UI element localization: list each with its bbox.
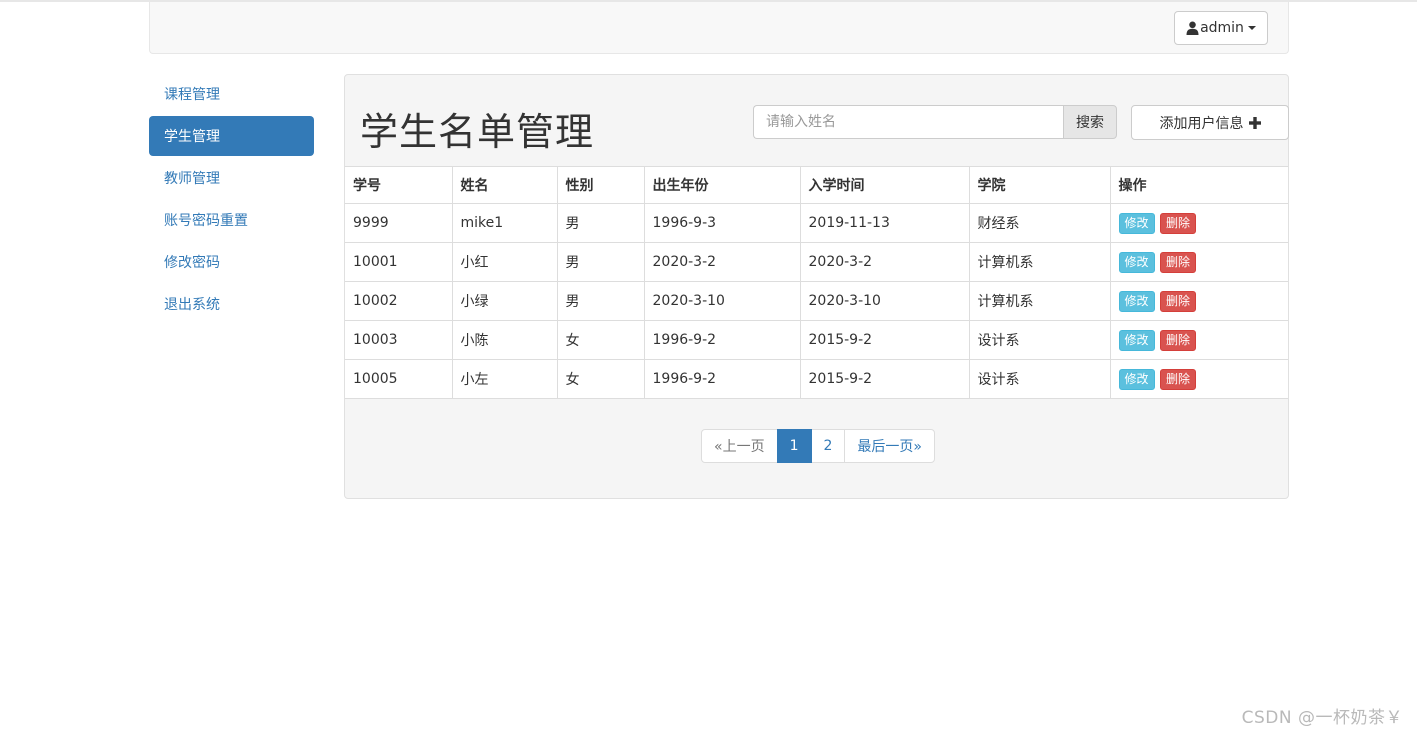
user-menu-button[interactable]: admin — [1174, 11, 1268, 45]
delete-button[interactable]: 删除 — [1159, 251, 1196, 273]
table-cell: 男 — [556, 203, 645, 243]
table-row: 10001 小红 男 2020-3-2 2020-3-2 计算机系 修改 删除 — [345, 242, 1288, 282]
column-header: 操作 — [1109, 166, 1288, 204]
table-cell: 2020-3-2 — [799, 242, 970, 282]
caret-down-icon — [1247, 26, 1256, 30]
table-cell: 2015-9-2 — [799, 320, 970, 360]
table-cell: 小红 — [451, 242, 558, 282]
user-icon — [1186, 21, 1199, 35]
table-cell: 小陈 — [451, 320, 558, 360]
table-cell: 小绿 — [451, 281, 558, 321]
column-header: 学号 — [345, 166, 453, 204]
edit-button[interactable]: 修改 — [1118, 329, 1155, 351]
table-cell: 设计系 — [968, 320, 1111, 360]
delete-button[interactable]: 删除 — [1159, 290, 1196, 312]
add-user-label: 添加用户信息 — [1159, 115, 1244, 132]
delete-button[interactable]: 删除 — [1159, 329, 1196, 351]
sidebar-item-label: 学生管理 — [164, 129, 220, 145]
sidebar-item-label: 退出系统 — [164, 297, 220, 313]
edit-button[interactable]: 修改 — [1118, 290, 1155, 312]
sidebar-item-label: 课程管理 — [164, 87, 220, 103]
add-user-button[interactable]: 添加用户信息 — [1131, 105, 1289, 140]
user-menu-label: admin — [1200, 20, 1244, 36]
watermark: CSDN @一杯奶茶￥ — [1241, 708, 1403, 728]
table-cell: 设计系 — [968, 359, 1111, 399]
last-page-link[interactable]: 最后一页» — [844, 429, 935, 463]
page-link-2[interactable]: 2 — [810, 429, 846, 463]
column-header: 入学时间 — [799, 166, 970, 204]
sidebar-item-label: 修改密码 — [164, 255, 220, 271]
table-cell: 2020-3-2 — [643, 242, 801, 282]
table-cell: 女 — [556, 359, 645, 399]
sidebar: 课程管理 学生管理 教师管理 账号密码重置 修改密码 退出系统 — [149, 74, 314, 326]
table-cell: 2020-3-10 — [799, 281, 970, 321]
table-cell: 小左 — [451, 359, 558, 399]
sidebar-item-teachers[interactable]: 教师管理 — [149, 158, 314, 198]
column-header: 学院 — [968, 166, 1111, 204]
table-cell: 10001 — [345, 242, 453, 282]
actions-cell: 修改 删除 — [1109, 359, 1288, 399]
sidebar-item-courses[interactable]: 课程管理 — [149, 74, 314, 114]
table-header-row: 学号 姓名 性别 出生年份 入学时间 学院 操作 — [345, 166, 1288, 204]
search-group: 搜索 — [753, 105, 1117, 139]
edit-button[interactable]: 修改 — [1118, 212, 1155, 234]
table-cell: 计算机系 — [968, 281, 1111, 321]
table-cell: 1996-9-2 — [643, 320, 801, 360]
table-cell: 男 — [556, 281, 645, 321]
top-navbar: admin — [149, 2, 1289, 54]
search-input[interactable] — [753, 105, 1063, 139]
sidebar-item-logout[interactable]: 退出系统 — [149, 284, 314, 324]
actions-cell: 修改 删除 — [1109, 281, 1288, 321]
table-cell: mike1 — [451, 203, 558, 243]
actions-cell: 修改 删除 — [1109, 320, 1288, 360]
student-list-panel: 学生名单管理 搜索 添加用户信息 学号 姓名 性别 出生年份 入学时间 学院 操… — [344, 74, 1289, 499]
table-row: 9999 mike1 男 1996-9-3 2019-11-13 财经系 修改 … — [345, 203, 1288, 243]
delete-button[interactable]: 删除 — [1159, 368, 1196, 390]
actions-cell: 修改 删除 — [1109, 242, 1288, 282]
table-cell: 10002 — [345, 281, 453, 321]
table-cell: 2015-9-2 — [799, 359, 970, 399]
table-cell: 10005 — [345, 359, 453, 399]
column-header: 性别 — [556, 166, 645, 204]
table-cell: 2019-11-13 — [799, 203, 970, 243]
table-cell: 2020-3-10 — [643, 281, 801, 321]
plus-icon — [1248, 116, 1261, 129]
table-cell: 1996-9-2 — [643, 359, 801, 399]
table-row: 10002 小绿 男 2020-3-10 2020-3-10 计算机系 修改 删… — [345, 281, 1288, 321]
page-title: 学生名单管理 — [360, 110, 595, 154]
sidebar-item-change-password[interactable]: 修改密码 — [149, 242, 314, 282]
table-cell: 9999 — [345, 203, 453, 243]
table-cell: 男 — [556, 242, 645, 282]
edit-button[interactable]: 修改 — [1118, 251, 1155, 273]
search-button[interactable]: 搜索 — [1063, 105, 1117, 139]
table-cell: 财经系 — [968, 203, 1111, 243]
student-table: 学号 姓名 性别 出生年份 入学时间 学院 操作 9999 mike1 男 19… — [345, 166, 1288, 399]
prev-page-link[interactable]: «上一页 — [701, 429, 778, 463]
edit-button[interactable]: 修改 — [1118, 368, 1155, 390]
table-row: 10005 小左 女 1996-9-2 2015-9-2 设计系 修改 删除 — [345, 359, 1288, 399]
sidebar-item-label: 教师管理 — [164, 171, 220, 187]
delete-button[interactable]: 删除 — [1159, 212, 1196, 234]
table-cell: 女 — [556, 320, 645, 360]
pagination: «上一页 1 2 最后一页» — [701, 429, 935, 463]
table-row: 10003 小陈 女 1996-9-2 2015-9-2 设计系 修改 删除 — [345, 320, 1288, 360]
page-link-1[interactable]: 1 — [776, 429, 812, 463]
table-cell: 10003 — [345, 320, 453, 360]
table-cell: 1996-9-3 — [643, 203, 801, 243]
actions-cell: 修改 删除 — [1109, 203, 1288, 243]
sidebar-item-students[interactable]: 学生管理 — [149, 116, 314, 156]
sidebar-item-password-reset[interactable]: 账号密码重置 — [149, 200, 314, 240]
sidebar-item-label: 账号密码重置 — [164, 213, 248, 229]
table-cell: 计算机系 — [968, 242, 1111, 282]
column-header: 姓名 — [451, 166, 558, 204]
column-header: 出生年份 — [643, 166, 801, 204]
